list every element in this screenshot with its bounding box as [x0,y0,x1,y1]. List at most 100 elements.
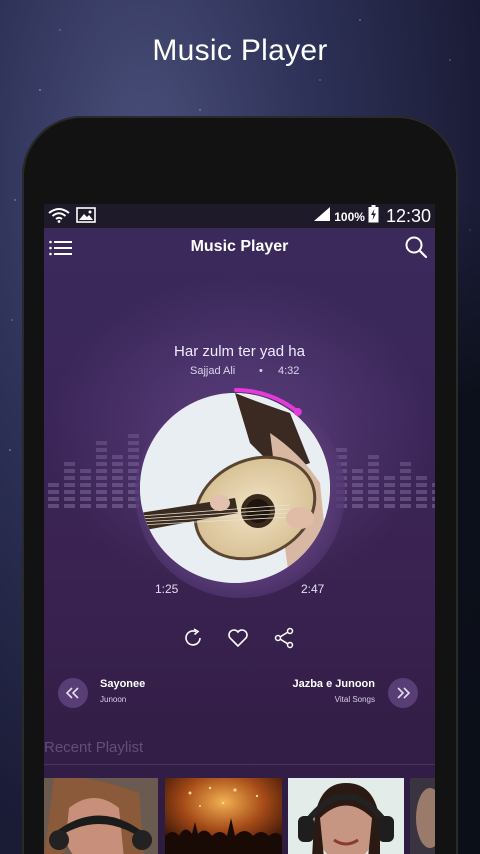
eq-bar-segment [96,497,107,501]
previous-track-title[interactable]: Sayonee [100,678,145,690]
eq-bar-segment [64,462,75,466]
eq-bar-segment [352,497,363,501]
eq-bar-segment [112,469,123,473]
track-artist: Sajjad Ali [190,365,236,377]
track-navigation: Sayonee Junoon Jazba e Junoon Vital Song… [44,676,435,712]
eq-bar-segment [112,455,123,459]
eq-bar-segment [80,483,91,487]
image-icon [76,207,96,228]
next-track-title[interactable]: Jazba e Junoon [292,678,375,690]
eq-bar-segment [112,462,123,466]
track-title: Har zulm ter yad ha [174,343,305,360]
eq-bar-segment [432,490,435,494]
track-actions [44,626,435,652]
eq-bar-segment [432,504,435,508]
eq-bar-segment [112,483,123,487]
eq-bar-segment [352,469,363,473]
status-time: 12:30 [385,206,431,226]
playlist-thumbnail[interactable] [288,778,404,854]
eq-bar-segment [96,476,107,480]
battery-percent: 100% [334,209,365,224]
repeat-icon[interactable] [181,626,205,650]
eq-bar-segment [384,497,395,501]
eq-bar-segment [64,504,75,508]
progress-knob[interactable] [293,407,302,416]
eq-bar-segment [368,504,379,508]
next-track-artist: Vital Songs [334,695,375,704]
eq-bar-segment [400,504,411,508]
battery-charging-icon [368,205,379,228]
eq-bar-segment [368,455,379,459]
eq-bar-segment [80,490,91,494]
eq-bar-segment [64,476,75,480]
eq-bar-segment [384,504,395,508]
recent-playlist-label: Recent Playlist [44,739,144,756]
recent-divider [44,764,435,765]
playlist-thumbnail[interactable] [410,778,435,854]
app-screen: 100% 12:30 Music Player Har zulm ter yad… [44,204,435,854]
eq-bar-segment [112,490,123,494]
eq-bar-segment [64,497,75,501]
remaining-time: 2:47 [301,582,325,596]
eq-bar-segment [48,483,59,487]
eq-bar-segment [64,469,75,473]
eq-bar-segment [96,448,107,452]
eq-bar-segment [80,497,91,501]
signal-icon [313,206,331,227]
eq-bar-segment [384,483,395,487]
eq-bar-segment [96,469,107,473]
playback-progress-arc[interactable] [130,382,342,594]
eq-bar-segment [96,483,107,487]
eq-bar-segment [80,504,91,508]
app-bar: Music Player [44,228,435,268]
meta-separator: • [259,365,263,377]
eq-bar-segment [48,504,59,508]
recent-playlist-row [44,778,435,854]
eq-bar-segment [96,504,107,508]
eq-bar-segment [352,476,363,480]
eq-bar-segment [112,476,123,480]
app-title: Music Player [190,238,289,255]
eq-bar-segment [416,504,427,508]
track-duration: 4:32 [278,365,300,377]
eq-bar-segment [96,455,107,459]
eq-bar-segment [48,490,59,494]
fast-forward-icon[interactable] [388,678,418,708]
eq-bar-segment [368,476,379,480]
eq-bar-segment [432,483,435,487]
heart-icon[interactable] [226,626,250,650]
eq-bar-segment [112,504,123,508]
share-icon[interactable] [272,626,296,650]
eq-bar-segment [96,462,107,466]
promo-headline: Music Player [152,34,328,67]
eq-bar-segment [416,483,427,487]
eq-bar-segment [400,490,411,494]
eq-bar-segment [80,469,91,473]
eq-bar-segment [368,483,379,487]
eq-bar-segment [384,476,395,480]
eq-bar-segment [432,497,435,501]
eq-bar-segment [48,497,59,501]
eq-bar-segment [96,490,107,494]
status-bar: 100% 12:30 [44,204,435,228]
eq-bar-segment [368,469,379,473]
previous-track-artist: Junoon [100,695,127,704]
eq-bar-segment [400,469,411,473]
wifi-icon [48,207,70,228]
playlist-thumbnail[interactable] [165,778,282,854]
progress-arc-fill [234,388,300,414]
eq-bar-segment [112,497,123,501]
eq-bar-segment [352,483,363,487]
eq-bar-segment [64,490,75,494]
eq-bar-segment [416,490,427,494]
eq-bar-segment [384,490,395,494]
eq-bar-segment [368,462,379,466]
eq-bar-segment [416,497,427,501]
search-icon[interactable] [403,234,429,260]
playlist-thumbnail[interactable] [44,778,158,854]
eq-bar-segment [368,490,379,494]
eq-bar-segment [96,441,107,445]
rewind-icon[interactable] [58,678,88,708]
eq-bar-segment [400,476,411,480]
eq-bar-segment [400,497,411,501]
